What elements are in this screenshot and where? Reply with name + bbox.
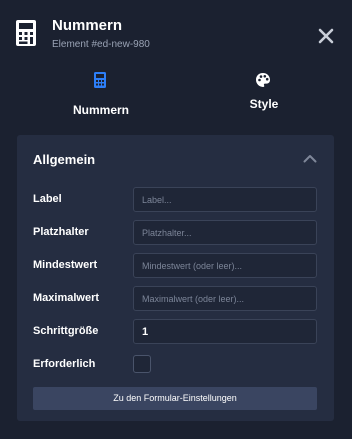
tab-bar: Nummern Style [0, 62, 352, 126]
panel-title: Nummern [52, 17, 123, 34]
max-value-field-label: Maximalwert [33, 292, 100, 304]
required-label: Erforderlich [33, 358, 96, 370]
tab-label: Nummern [72, 103, 129, 117]
step-size-input[interactable] [133, 319, 317, 344]
tab-label: Style [249, 97, 279, 111]
section-allgemein: Allgemein Label Platzhalter Mindestwert … [17, 135, 334, 421]
min-value-field-label: Mindestwert [33, 259, 98, 271]
tab-style[interactable]: Style [176, 62, 352, 126]
section-header[interactable]: Allgemein [17, 135, 334, 179]
calculator-icon [94, 72, 106, 88]
min-value-input[interactable] [133, 253, 317, 278]
step-size-field-label: Schrittgröße [33, 325, 99, 337]
form-settings-button[interactable]: Zu den Formular-Einstellungen [33, 387, 317, 410]
element-id-subtitle: Element #ed-new-980 [52, 39, 150, 50]
panel-header: Nummern Element #ed-new-980 [0, 0, 352, 62]
palette-icon [256, 73, 270, 87]
element-settings-panel: Nummern Element #ed-new-980 Nummern Styl… [0, 0, 352, 439]
tab-nummern[interactable]: Nummern [0, 62, 176, 126]
label-input[interactable] [133, 187, 317, 212]
calculator-icon [16, 20, 36, 46]
placeholder-input[interactable] [133, 220, 317, 245]
max-value-input[interactable] [133, 286, 317, 311]
chevron-up-icon[interactable] [303, 154, 317, 163]
placeholder-field-label: Platzhalter [33, 226, 89, 238]
close-icon[interactable] [316, 26, 336, 46]
label-field-label: Label [33, 193, 62, 205]
required-checkbox[interactable] [133, 355, 151, 373]
section-title: Allgemein [33, 152, 96, 167]
